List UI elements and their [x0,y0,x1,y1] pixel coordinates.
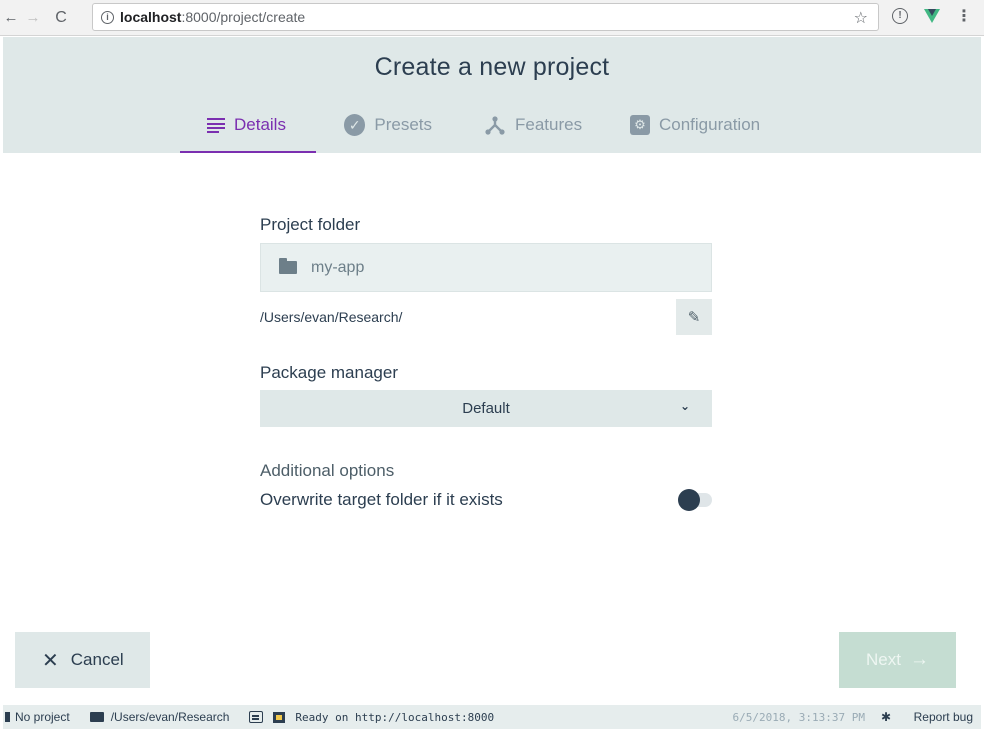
project-folder-value: my-app [311,258,365,276]
tab-presets[interactable]: ✓ Presets [316,105,456,153]
tab-configuration[interactable]: ⚙ Configuration [602,105,792,153]
next-button[interactable]: Next → [839,632,956,688]
package-manager-value: Default [462,400,510,417]
arrow-right-icon: → [909,649,929,670]
cog-icon: ⚙ [630,115,650,135]
toggle-knob [678,489,700,511]
status-cwd[interactable]: /Users/evan/Research [111,710,230,724]
additional-options-label: Additional options [260,461,395,480]
wizard-header: Create a new project Details ✓ Presets F… [3,37,981,153]
pencil-icon: ✎ [687,309,701,326]
status-log[interactable]: Ready on http://localhost:8000 [295,711,494,724]
tab-details[interactable]: Details [180,105,316,153]
status-project[interactable]: No project [15,710,70,724]
edit-path-button[interactable]: ✎ [676,299,712,335]
overwrite-toggle[interactable] [678,489,712,511]
wizard-tabs: Details ✓ Presets Features ⚙ Configurati… [180,105,792,153]
extension-info-icon[interactable]: ! [892,8,908,24]
tab-configuration-label: Configuration [659,115,761,134]
project-folder-path: /Users/evan/Research/ [260,309,403,325]
cancel-label: Cancel [70,650,124,669]
lines-icon [207,117,225,134]
report-bug-link[interactable]: Report bug [914,710,973,724]
check-circle-icon: ✓ [344,114,366,136]
next-label: Next [866,650,901,669]
back-arrow-icon[interactable]: ← [2,9,20,26]
close-icon: ✕ [42,649,59,672]
cancel-button[interactable]: ✕ Cancel [15,632,150,688]
bookmark-star-icon[interactable]: ☆ [854,8,868,28]
address-bar[interactable]: i localhost :8000/project/create ☆ [92,3,879,31]
chevron-down-icon: ⌄ [679,399,690,413]
package-manager-select[interactable]: Default ⌄ [260,390,712,427]
vue-devtools-icon[interactable] [924,9,940,23]
page-title: Create a new project [374,53,610,81]
folder-icon [279,258,297,274]
browser-menu-icon[interactable]: ⋮ [956,6,972,26]
folder-icon [89,712,104,722]
url-host: localhost [120,9,182,25]
forward-arrow-icon[interactable]: → [24,9,42,26]
project-folder-label: Project folder [260,215,361,234]
url-path: :8000/project/create [181,9,306,25]
package-manager-label: Package manager [260,363,398,382]
browser-toolbar: ← → C i localhost :8000/project/create ☆… [0,0,984,36]
tab-details-label: Details [234,115,286,134]
fork-icon [484,114,506,136]
status-timestamp: 6/5/2018, 3:13:37 PM [732,710,865,724]
console-icon[interactable] [249,711,264,723]
reload-icon[interactable]: C [52,9,70,27]
bug-icon: ✱ [880,710,891,724]
site-info-icon[interactable]: i [101,10,114,24]
overwrite-label: Overwrite target folder if it exists [260,490,503,509]
status-indicator-icon [273,711,286,723]
tab-features-label: Features [515,115,583,134]
project-icon [5,712,10,722]
tab-presets-label: Presets [374,115,432,134]
tab-features[interactable]: Features [456,105,602,153]
status-bar: No project /Users/evan/Research Ready on… [3,705,981,729]
project-folder-input[interactable]: my-app [260,243,712,292]
extensions-area: ! ⋮ [886,6,972,26]
